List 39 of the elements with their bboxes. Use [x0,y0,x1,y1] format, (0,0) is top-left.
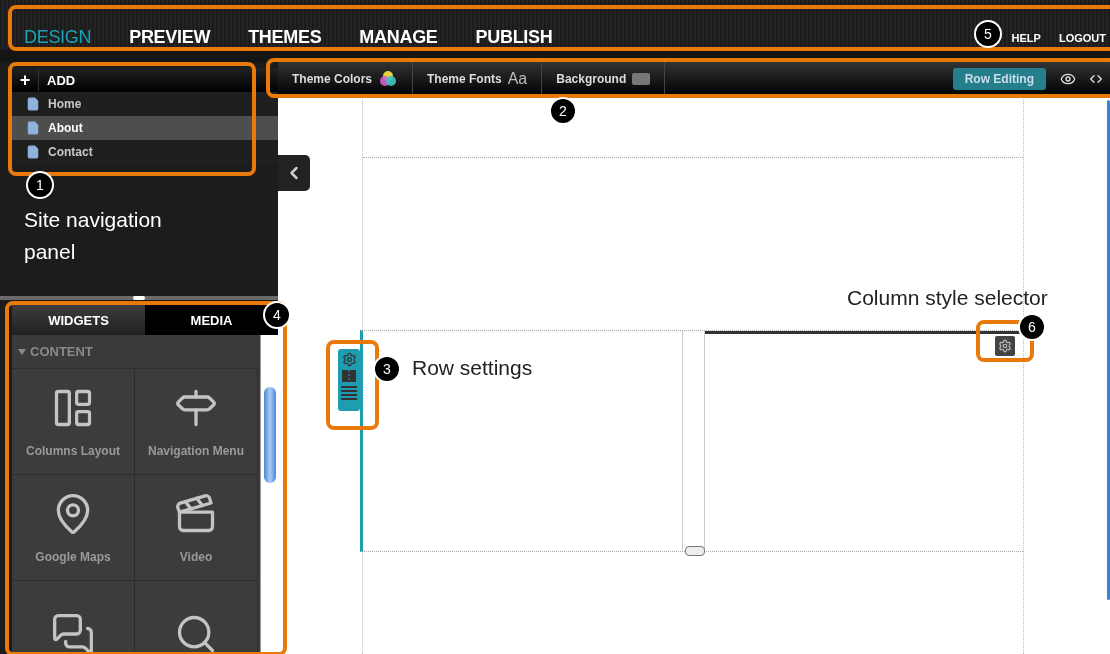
speech-bubbles-icon [51,611,95,654]
add-button[interactable]: ADD [39,72,76,88]
widget-tile[interactable]: Google Maps [12,475,135,581]
background-swatch-icon [632,73,651,85]
widget-tile[interactable]: Navigation Menu [135,369,258,475]
callout-label: Row settings [412,355,533,381]
nav-tab[interactable]: MANAGE [359,27,438,48]
toolbar-button[interactable]: Background [542,62,666,96]
page-icon [26,145,40,159]
panel-splitter[interactable] [0,296,278,300]
toolbar-button[interactable]: Theme Colors [278,62,413,96]
row-settings-toolbar[interactable] [338,349,360,411]
callout-number: 6 [1018,313,1046,341]
gear-icon[interactable] [995,336,1015,356]
caret-icon [18,348,26,356]
callout-label: Site navigation panel [24,207,163,265]
rows-icon[interactable] [341,385,357,401]
nav-tab[interactable]: PUBLISH [475,27,553,48]
font-glyph: Aa [507,70,528,88]
nav-tab[interactable]: THEMES [248,27,322,48]
page-item[interactable]: About [12,116,278,140]
callout-number: 3 [373,355,401,383]
widget-tile[interactable]: Video [135,475,258,581]
nav-tab[interactable]: PREVIEW [129,27,211,48]
scrollbar[interactable] [260,335,278,654]
toolbar-button[interactable]: Theme Fonts Aa [413,62,543,96]
resize-handle[interactable] [685,546,705,556]
widget-tile[interactable]: Columns Layout [12,369,135,475]
collapse-panel-button[interactable] [278,155,310,191]
nav-tab[interactable]: DESIGN [24,27,92,48]
callout-label: Column style selector [847,285,1048,311]
page-icon [26,121,40,135]
callout-number: 4 [263,301,291,329]
callout-number: 2 [549,97,577,125]
gear-icon[interactable] [341,352,357,367]
color-circles-icon [378,69,398,89]
header-link[interactable]: HELP [1011,32,1041,44]
header-link[interactable]: LOGOUT [1058,32,1106,44]
page-icon [26,97,40,111]
